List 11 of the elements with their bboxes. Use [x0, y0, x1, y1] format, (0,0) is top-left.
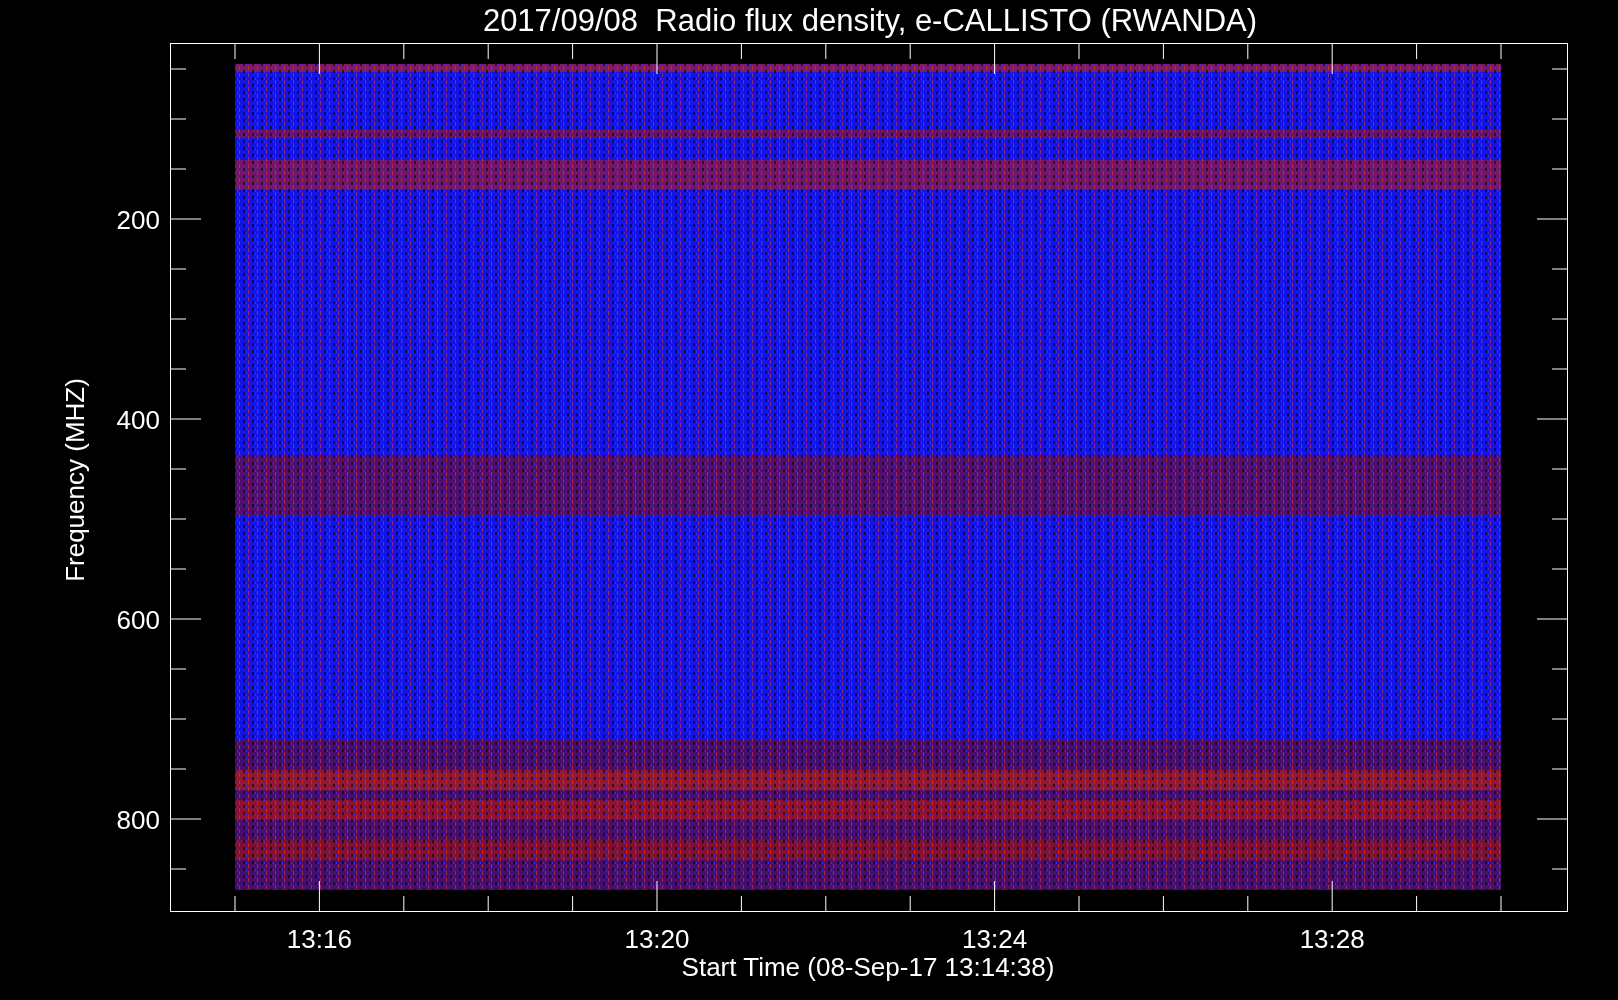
y-tick-label: 400: [116, 405, 160, 435]
x-tick-label: 13:16: [286, 924, 352, 954]
y-tick-label: 600: [116, 605, 160, 635]
x-tick-label: 13:28: [1299, 924, 1365, 954]
x-tick-label: 13:20: [624, 924, 690, 954]
x-tick-label: 13:24: [962, 924, 1028, 954]
chart-title: 2017/09/08 Radio flux density, e-CALLISTO (RWANDA): [482, 3, 1258, 38]
x-axis-label: Start Time (08-Sep-17 13:14:38): [681, 952, 1055, 982]
y-axis-label: Frequency (MHZ): [60, 378, 90, 582]
y-tick-label: 800: [116, 805, 160, 835]
y-tick-label: 200: [116, 205, 160, 235]
